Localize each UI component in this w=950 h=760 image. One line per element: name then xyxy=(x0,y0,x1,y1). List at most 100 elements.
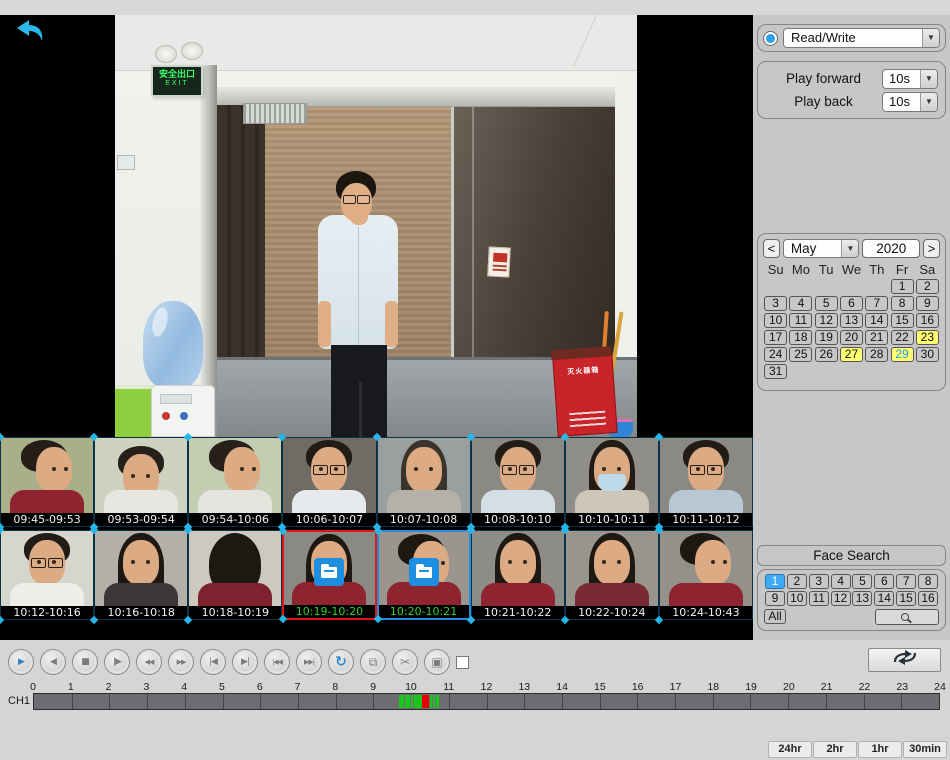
calendar-day[interactable]: 21 xyxy=(865,330,888,345)
face-search-page-button[interactable]: 2 xyxy=(787,574,807,589)
face-thumbnail[interactable]: 10:19-10:20 xyxy=(282,530,376,620)
calendar-day[interactable]: 14 xyxy=(865,313,888,328)
calendar-day[interactable]: 22 xyxy=(891,330,914,345)
calendar-day[interactable]: 20 xyxy=(840,330,863,345)
step-play-button[interactable]: |▶ xyxy=(104,649,130,675)
mode-radio-selected[interactable] xyxy=(763,31,778,46)
calendar-day[interactable]: 28 xyxy=(865,347,888,362)
face-thumbnail[interactable]: 10:11-10:12 xyxy=(659,437,753,527)
calendar-day[interactable]: 3 xyxy=(764,296,787,311)
stop-button[interactable]: ■ xyxy=(72,649,98,675)
face-search-page-button[interactable]: 9 xyxy=(765,591,785,606)
face-search-page-button[interactable]: 11 xyxy=(809,591,829,606)
face-thumbnail[interactable]: 10:20-10:21 xyxy=(377,530,471,620)
calendar-day[interactable]: 13 xyxy=(840,313,863,328)
calendar-day[interactable]: 27 xyxy=(840,347,863,362)
face-search-page-button[interactable]: 16 xyxy=(918,591,938,606)
calendar-day[interactable]: 8 xyxy=(891,296,914,311)
face-search-page-button[interactable]: 12 xyxy=(831,591,851,606)
chevron-down-icon[interactable]: ▼ xyxy=(920,93,937,111)
save-button[interactable]: ▣ xyxy=(424,649,450,675)
video-viewport[interactable]: 安全出口 EXIT 灭火器箱 xyxy=(115,15,637,437)
next-frame-button[interactable]: ▶| xyxy=(232,649,258,675)
channel-swap-button[interactable] xyxy=(868,648,941,672)
timeline-bar[interactable] xyxy=(33,693,940,710)
calendar-day[interactable]: 18 xyxy=(789,330,812,345)
timeline-zoom-button[interactable]: 30min xyxy=(903,741,947,758)
calendar-day[interactable]: 29 xyxy=(891,347,914,362)
calendar-day[interactable]: 17 xyxy=(764,330,787,345)
face-thumbnail[interactable]: 09:45-09:53 xyxy=(0,437,94,527)
face-search-page-button[interactable]: 8 xyxy=(918,574,938,589)
face-search-page-button[interactable]: 14 xyxy=(874,591,894,606)
face-search-button[interactable] xyxy=(875,609,939,625)
calendar-day[interactable]: 24 xyxy=(764,347,787,362)
loop-button[interactable]: ↻ xyxy=(328,649,354,675)
calendar-day[interactable]: 5 xyxy=(815,296,838,311)
calendar-day[interactable]: 10 xyxy=(764,313,787,328)
calendar-prev-button[interactable]: < xyxy=(763,239,780,258)
copy-button[interactable]: ⧉ xyxy=(360,649,386,675)
calendar-day[interactable]: 23 xyxy=(916,330,939,345)
calendar-day[interactable]: 2 xyxy=(916,279,939,294)
face-thumbnail[interactable]: 10:22-10:24 xyxy=(565,530,659,620)
face-search-page-button[interactable]: 3 xyxy=(809,574,829,589)
face-search-page-button[interactable]: 1 xyxy=(765,574,785,589)
calendar-day[interactable]: 6 xyxy=(840,296,863,311)
face-search-page-button[interactable]: 10 xyxy=(787,591,807,606)
calendar-day[interactable]: 7 xyxy=(865,296,888,311)
play-button[interactable]: ▶ xyxy=(8,649,34,675)
chevron-down-icon[interactable]: ▼ xyxy=(841,240,858,257)
face-search-page-button[interactable]: 5 xyxy=(852,574,872,589)
calendar-day[interactable]: 19 xyxy=(815,330,838,345)
timeline-zoom-button[interactable]: 24hr xyxy=(768,741,812,758)
calendar-day[interactable]: 1 xyxy=(891,279,914,294)
face-search-page-button[interactable]: 13 xyxy=(852,591,872,606)
face-search-page-button[interactable]: 15 xyxy=(896,591,916,606)
prev-frame-button[interactable]: |◀ xyxy=(200,649,226,675)
rewind-button[interactable]: ◀◀ xyxy=(136,649,162,675)
back-button[interactable] xyxy=(14,18,46,46)
calendar-day[interactable]: 31 xyxy=(764,364,787,379)
face-thumbnail[interactable]: 09:54-10:06 xyxy=(188,437,282,527)
transport-checkbox[interactable] xyxy=(456,656,469,669)
face-thumbnail[interactable]: 09:53-09:54 xyxy=(94,437,188,527)
next-file-button[interactable]: ▶▶| xyxy=(296,649,322,675)
face-thumbnail[interactable]: 10:08-10:10 xyxy=(471,437,565,527)
fast-forward-button[interactable]: ▶▶ xyxy=(168,649,194,675)
face-search-page-button[interactable]: 7 xyxy=(896,574,916,589)
calendar-month-dropdown[interactable]: May ▼ xyxy=(783,239,860,258)
face-thumbnail[interactable]: 10:06-10:07 xyxy=(282,437,376,527)
calendar-day[interactable]: 9 xyxy=(916,296,939,311)
calendar-day[interactable]: 11 xyxy=(789,313,812,328)
face-search-page-button[interactable]: 6 xyxy=(874,574,894,589)
face-thumbnail[interactable]: 10:07-10:08 xyxy=(377,437,471,527)
calendar-day[interactable]: 30 xyxy=(916,347,939,362)
calendar-day[interactable]: 16 xyxy=(916,313,939,328)
calendar-day[interactable]: 4 xyxy=(789,296,812,311)
calendar-year-field[interactable]: 2020 xyxy=(862,239,920,258)
face-thumbnail[interactable]: 10:16-10:18 xyxy=(94,530,188,620)
face-thumbnail[interactable]: 10:24-10:43 xyxy=(659,530,753,620)
play-interval-dropdown[interactable]: 10s ▼ xyxy=(882,69,938,89)
face-search-page-button[interactable]: 4 xyxy=(831,574,851,589)
play-interval-dropdown[interactable]: 10s ▼ xyxy=(882,92,938,112)
cut-button[interactable]: ✂ xyxy=(392,649,418,675)
face-thumbnail[interactable]: 10:21-10:22 xyxy=(471,530,565,620)
prev-file-button[interactable]: |◀◀ xyxy=(264,649,290,675)
calendar-day[interactable]: 26 xyxy=(815,347,838,362)
calendar-day[interactable]: 15 xyxy=(891,313,914,328)
face-search-all-button[interactable]: All xyxy=(764,609,786,624)
timeline-zoom-button[interactable]: 2hr xyxy=(813,741,857,758)
chevron-down-icon[interactable]: ▼ xyxy=(920,70,937,88)
calendar-day[interactable]: 25 xyxy=(789,347,812,362)
mode-dropdown[interactable]: Read/Write ▼ xyxy=(783,28,940,48)
face-thumbnail[interactable]: 10:18-10:19 xyxy=(188,530,282,620)
calendar-next-button[interactable]: > xyxy=(923,239,940,258)
face-thumbnail[interactable]: 10:10-10:11 xyxy=(565,437,659,527)
reverse-play-button[interactable]: ◀ xyxy=(40,649,66,675)
face-thumbnail[interactable]: 10:12-10:16 xyxy=(0,530,94,620)
calendar-day[interactable]: 12 xyxy=(815,313,838,328)
timeline-zoom-button[interactable]: 1hr xyxy=(858,741,902,758)
chevron-down-icon[interactable]: ▼ xyxy=(922,29,939,47)
